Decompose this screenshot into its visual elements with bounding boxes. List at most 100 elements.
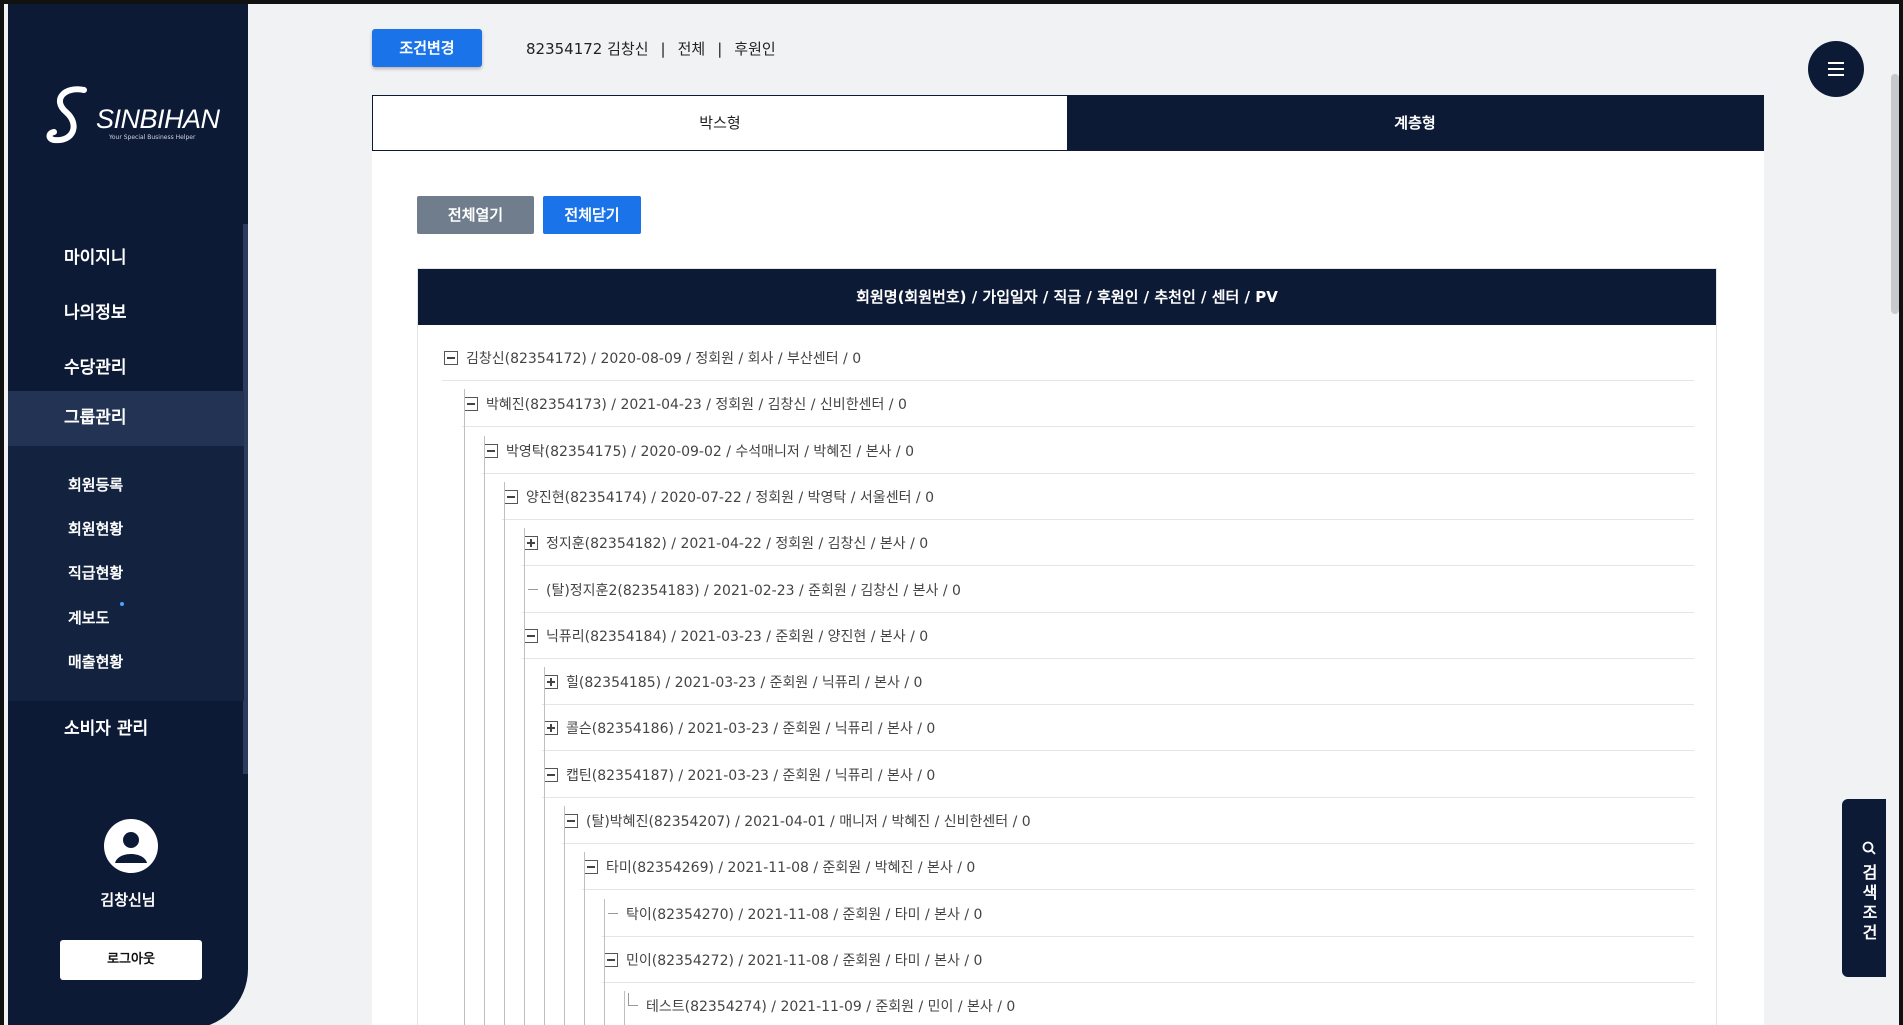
logo-text: SINBIHAN xyxy=(96,104,220,134)
separator: | xyxy=(660,40,666,58)
collapse-node-icon[interactable] xyxy=(604,952,618,967)
sidebar-item-my-info[interactable]: 나의정보 xyxy=(8,286,244,341)
tree-row-label[interactable]: 박영탁(82354175) / 2020-09-02 / 수석매니저 / 박혜진… xyxy=(506,441,914,461)
tree-row-label[interactable]: 캡틴(82354187) / 2021-03-23 / 준회원 / 닉퓨리 / … xyxy=(566,765,935,785)
scrollbar-thumb[interactable] xyxy=(1891,74,1899,314)
condition-relation: 후원인 xyxy=(734,40,776,58)
genealogy-tree: 회원명(회원번호) / 가입일자 / 직급 / 후원인 / 추천인 / 센터 /… xyxy=(417,268,1717,1025)
view-tabs: 박스형 계층형 xyxy=(372,95,1764,151)
sidebar-item-group[interactable]: 그룹관리 xyxy=(8,391,244,446)
tree-guide-line xyxy=(604,898,605,1025)
tree-row[interactable]: 캡틴(82354187) / 2021-03-23 / 준회원 / 닉퓨리 / … xyxy=(542,752,1694,798)
tree-row-label[interactable]: 닉퓨리(82354184) / 2021-03-23 / 준회원 / 양진현 /… xyxy=(546,626,928,646)
hamburger-menu-button[interactable] xyxy=(1808,41,1864,97)
logout-button[interactable]: 로그아웃 xyxy=(60,940,202,980)
sidebar-item-allowance[interactable]: 수당관리 xyxy=(8,341,244,396)
tree-row[interactable]: 탁이(82354270) / 2021-11-08 / 준회원 / 타미 / 본… xyxy=(602,891,1694,937)
tree-row-content: 박혜진(82354173) / 2021-04-23 / 정회원 / 김창신 /… xyxy=(464,381,907,427)
submenu-genealogy[interactable]: 계보도 xyxy=(68,607,109,628)
tree-guide-line xyxy=(544,667,545,1025)
tab-box-view[interactable]: 박스형 xyxy=(373,96,1067,150)
submenu-rank-status[interactable]: 직급현황 xyxy=(68,562,123,583)
tree-row-label[interactable]: 탁이(82354270) / 2021-11-08 / 준회원 / 타미 / 본… xyxy=(626,904,982,924)
sidebar-item-consumer[interactable]: 소비자 관리 xyxy=(8,702,244,757)
tab-tree-view[interactable]: 계층형 xyxy=(1067,96,1763,150)
collapse-node-icon[interactable] xyxy=(564,814,578,828)
hamburger-icon-line xyxy=(1828,74,1844,76)
collapse-node-icon[interactable] xyxy=(584,860,598,875)
tree-row[interactable]: 박혜진(82354173) / 2021-04-23 / 정회원 / 김창신 /… xyxy=(462,381,1694,428)
tree-row-content: 캡틴(82354187) / 2021-03-23 / 준회원 / 닉퓨리 / … xyxy=(544,752,935,798)
collapse-node-icon[interactable] xyxy=(484,443,498,458)
tree-row-label[interactable]: 민이(82354272) / 2021-11-08 / 준회원 / 타미 / 본… xyxy=(626,950,982,970)
logo[interactable]: SINBIHAN Your Special Business Helper xyxy=(46,86,226,146)
tree-guide-line xyxy=(584,852,585,1025)
tree-row-content: (탈)정지훈2(82354183) / 2021-02-23 / 준회원 / 김… xyxy=(524,567,961,613)
tree-guide-line xyxy=(524,528,525,1025)
tree-row[interactable]: 힐(82354185) / 2021-03-23 / 준회원 / 닉퓨리 / 본… xyxy=(542,659,1694,706)
logo-tagline: Your Special Business Helper xyxy=(109,134,196,141)
tree-row[interactable]: 콜슨(82354186) / 2021-03-23 / 준회원 / 닉퓨리 / … xyxy=(542,705,1694,752)
submenu-member-register[interactable]: 회원등록 xyxy=(68,474,123,495)
tree-row-label[interactable]: 힐(82354185) / 2021-03-23 / 준회원 / 닉퓨리 / 본… xyxy=(566,672,922,692)
expand-node-icon[interactable] xyxy=(544,675,558,690)
tree-row[interactable]: 타미(82354269) / 2021-11-08 / 준회원 / 박혜진 / … xyxy=(582,844,1694,891)
tree-row-label[interactable]: 김창신(82354172) / 2020-08-09 / 정회원 / 회사 / … xyxy=(466,348,861,368)
tree-row[interactable]: (탈)정지훈2(82354183) / 2021-02-23 / 준회원 / 김… xyxy=(522,567,1694,613)
tree-row-label[interactable]: (탈)박혜진(82354207) / 2021-04-01 / 매니저 / 박혜… xyxy=(586,811,1031,831)
tree-row-content: 힐(82354185) / 2021-03-23 / 준회원 / 닉퓨리 / 본… xyxy=(544,659,922,705)
tree-row-label[interactable]: 테스트(82354274) / 2021-11-09 / 준회원 / 민이 / … xyxy=(646,996,1015,1016)
tree-row[interactable]: (탈)박혜진(82354207) / 2021-04-01 / 매니저 / 박혜… xyxy=(562,798,1694,844)
condition-scope: 전체 xyxy=(677,40,706,58)
tree-row-label[interactable]: 정지훈(82354182) / 2021-04-22 / 정회원 / 김창신 /… xyxy=(546,533,928,553)
expand-all-button[interactable]: 전체열기 xyxy=(417,196,534,234)
tree-row[interactable]: 닉퓨리(82354184) / 2021-03-23 / 준회원 / 양진현 /… xyxy=(522,613,1694,659)
sidebar-item-my-genie[interactable]: 마이지니 xyxy=(8,231,244,286)
tree-row-content: 타미(82354269) / 2021-11-08 / 준회원 / 박혜진 / … xyxy=(584,844,975,890)
tree-guide-line xyxy=(624,991,625,1025)
tree-guide-line xyxy=(464,389,465,1025)
tree-row-label[interactable]: (탈)정지훈2(82354183) / 2021-02-23 / 준회원 / 김… xyxy=(546,580,961,600)
collapse-node-icon[interactable] xyxy=(464,397,478,412)
change-condition-button[interactable]: 조건변경 xyxy=(372,29,482,67)
collapse-node-icon[interactable] xyxy=(524,628,538,643)
tree-row[interactable]: 정지훈(82354182) / 2021-04-22 / 정회원 / 김창신 /… xyxy=(522,520,1694,567)
submenu-sales-status[interactable]: 매출현황 xyxy=(68,651,123,672)
hamburger-icon-line xyxy=(1828,68,1844,70)
tree-branch-icon xyxy=(624,993,638,1013)
tree-row[interactable]: 테스트(82354274) / 2021-11-09 / 준회원 / 민이 / … xyxy=(622,983,1694,1025)
tree-row[interactable]: 박영탁(82354175) / 2020-09-02 / 수석매니저 / 박혜진… xyxy=(482,428,1694,474)
tree-row-content: 박영탁(82354175) / 2020-09-02 / 수석매니저 / 박혜진… xyxy=(484,428,914,474)
separator: | xyxy=(717,40,723,58)
tree-guide-line xyxy=(484,435,485,1025)
collapse-node-icon[interactable] xyxy=(444,351,458,365)
search-tab-label: 검색조건 xyxy=(1862,863,1878,942)
search-icon xyxy=(1862,841,1876,859)
tree-branch-icon xyxy=(604,907,618,921)
expand-node-icon[interactable] xyxy=(524,536,538,551)
condition-member: 82354172 김창신 xyxy=(526,40,649,58)
tree-row-content: 콜슨(82354186) / 2021-03-23 / 준회원 / 닉퓨리 / … xyxy=(544,705,935,751)
page-scrollbar[interactable] xyxy=(1886,4,1899,1025)
tree-row-content: 정지훈(82354182) / 2021-04-22 / 정회원 / 김창신 /… xyxy=(524,520,928,566)
tree-guide-line xyxy=(564,806,565,1025)
tree-row-content: 양진현(82354174) / 2020-07-22 / 정회원 / 박영탁 /… xyxy=(504,474,934,520)
collapse-node-icon[interactable] xyxy=(544,767,558,782)
logo-s-icon xyxy=(46,86,87,144)
hamburger-icon xyxy=(1828,62,1844,64)
tree-row-label[interactable]: 박혜진(82354173) / 2021-04-23 / 정회원 / 김창신 /… xyxy=(486,394,907,414)
tree-row[interactable]: 김창신(82354172) / 2020-08-09 / 정회원 / 회사 / … xyxy=(442,335,1694,381)
submenu-member-status[interactable]: 회원현황 xyxy=(68,518,123,539)
collapse-node-icon[interactable] xyxy=(504,489,518,504)
tree-row-label[interactable]: 콜슨(82354186) / 2021-03-23 / 준회원 / 닉퓨리 / … xyxy=(566,718,935,738)
group-submenu: 회원등록 회원현황 직급현황 계보도 매출현황 xyxy=(8,446,244,701)
tree-row-content: 김창신(82354172) / 2020-08-09 / 정회원 / 회사 / … xyxy=(444,335,861,381)
collapse-all-button[interactable]: 전체닫기 xyxy=(543,196,641,234)
tree-row-label[interactable]: 양진현(82354174) / 2020-07-22 / 정회원 / 박영탁 /… xyxy=(526,487,934,507)
app-window: SINBIHAN Your Special Business Helper 마이… xyxy=(0,0,1903,1025)
tree-row[interactable]: 민이(82354272) / 2021-11-08 / 준회원 / 타미 / 본… xyxy=(602,937,1694,983)
sidebar: SINBIHAN Your Special Business Helper 마이… xyxy=(8,4,248,1025)
tree-row-label[interactable]: 타미(82354269) / 2021-11-08 / 준회원 / 박혜진 / … xyxy=(606,857,975,877)
expand-node-icon[interactable] xyxy=(544,721,558,736)
tree-row[interactable]: 양진현(82354174) / 2020-07-22 / 정회원 / 박영탁 /… xyxy=(502,474,1694,520)
